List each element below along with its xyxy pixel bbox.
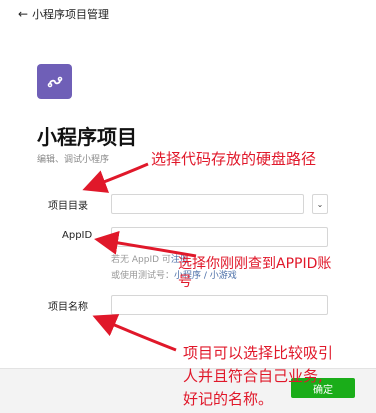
project-dir-input[interactable] — [111, 194, 304, 214]
back-label: 小程序项目管理 — [32, 8, 110, 21]
page-title: 小程序项目 — [37, 125, 137, 149]
annotation-name-line3: 好记的名称。 — [183, 390, 274, 408]
arrow-to-project-dir — [82, 162, 149, 193]
project-dir-label: 项目目录 — [48, 201, 88, 212]
appid-label: AppID — [62, 230, 93, 241]
annotation-appid-line1: 选择你刚刚查到APPID账 — [178, 256, 332, 272]
annotation-name: 项目可以选择比较吸引 人并且符合自己业务, 好记的名称。 — [183, 342, 333, 411]
annotation-appid-line2: 号 — [178, 274, 192, 290]
project-name-label: 项目名称 — [48, 302, 88, 313]
annotation-name-line2: 人并且符合自己业务, — [183, 367, 323, 385]
miniprogram-logo-icon — [37, 64, 72, 99]
chevron-down-icon: ⌄ — [316, 199, 324, 209]
test-account-hint-text: 或使用测试号： — [111, 271, 175, 281]
back-button[interactable]: ← 小程序项目管理 — [18, 6, 109, 22]
back-arrow-icon: ← — [18, 7, 29, 21]
page-subtitle: 编辑、调试小程序 — [37, 155, 110, 165]
annotation-name-line1: 项目可以选择比较吸引 — [183, 344, 334, 362]
appid-input[interactable] — [111, 227, 328, 247]
annotation-appid: 选择你刚刚查到APPID账 号 — [178, 255, 331, 291]
project-dir-dropdown-button[interactable]: ⌄ — [312, 194, 328, 214]
project-name-input[interactable] — [111, 295, 328, 315]
annotation-dir: 选择代码存放的硬盘路径 — [151, 150, 317, 168]
appid-hint-text: 若无 AppID 可 — [111, 255, 171, 265]
arrow-to-project-name — [92, 314, 177, 352]
